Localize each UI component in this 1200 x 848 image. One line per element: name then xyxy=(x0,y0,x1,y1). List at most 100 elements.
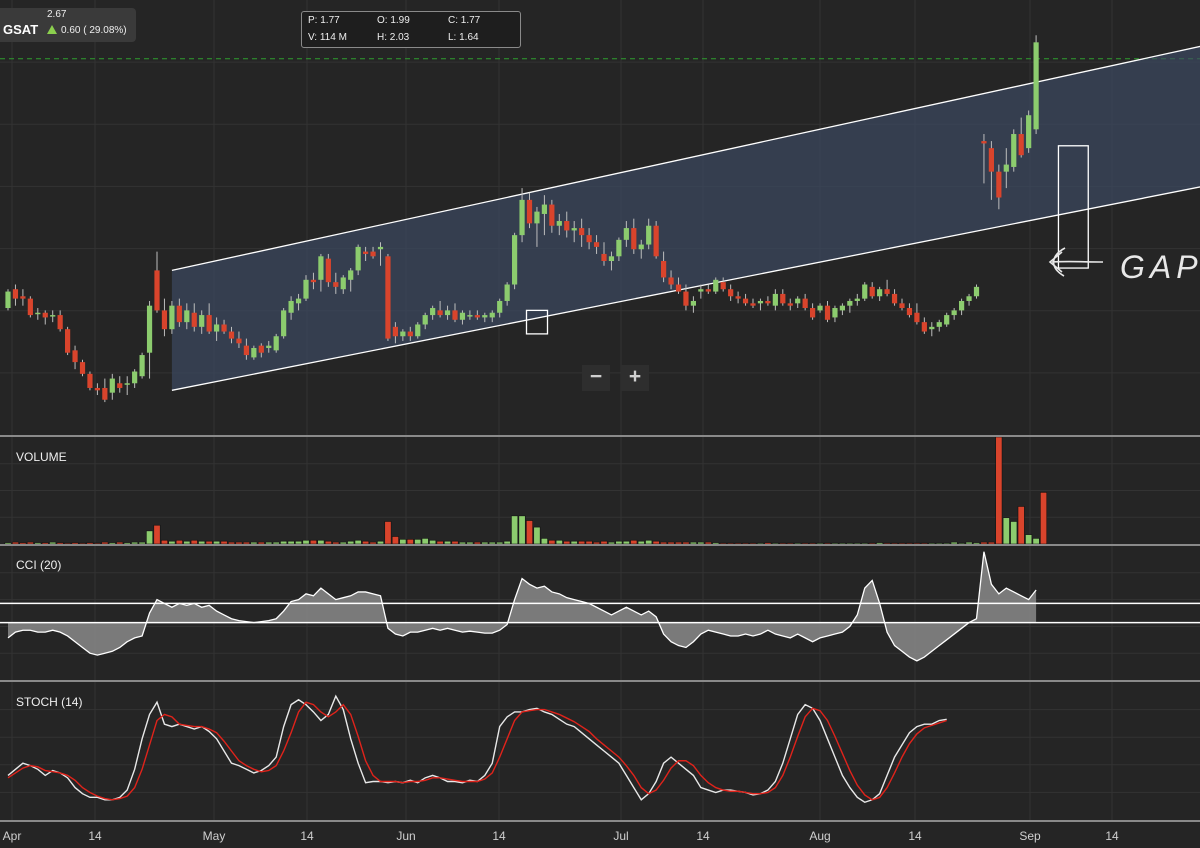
volume-bar xyxy=(1002,517,1010,545)
candle-body xyxy=(310,279,317,283)
volume-bar xyxy=(786,542,794,545)
volume-bar xyxy=(309,539,317,545)
candle-body xyxy=(787,303,793,306)
volume-bar xyxy=(607,541,615,545)
candle-body xyxy=(258,345,264,353)
volume-bar xyxy=(101,541,109,545)
volume-bar xyxy=(987,541,995,545)
candle-body xyxy=(750,303,756,306)
candle-body xyxy=(973,286,980,297)
volume-bar xyxy=(324,540,332,545)
volume-bar xyxy=(570,540,578,545)
volume-bar xyxy=(749,542,757,545)
candle-body xyxy=(742,298,749,304)
ticker-symbol: GSAT xyxy=(3,22,39,37)
panel-separators xyxy=(0,435,1200,822)
candle-body xyxy=(906,308,913,316)
candle-body xyxy=(348,270,354,280)
candle-body xyxy=(586,235,592,243)
x-tick-label: Apr xyxy=(2,829,22,843)
volume-bar xyxy=(809,542,817,545)
volume-bar xyxy=(518,515,526,545)
volume-bar xyxy=(41,542,49,545)
ohlc-o: O: 1.99 xyxy=(377,15,410,26)
candle-body xyxy=(854,298,860,301)
candle-body xyxy=(556,221,562,226)
candle-body xyxy=(482,315,488,318)
candle-body xyxy=(452,310,458,320)
volume-bar xyxy=(764,542,772,545)
candle-body xyxy=(139,355,145,377)
candle-body xyxy=(281,310,287,337)
volume-bar xyxy=(600,540,608,545)
zoom-out-button[interactable]: − xyxy=(582,365,610,391)
candle-body xyxy=(422,315,428,325)
candle-body xyxy=(720,282,726,290)
volume-bar xyxy=(79,542,87,545)
candle-body xyxy=(996,171,1002,198)
candle-body xyxy=(653,225,659,257)
volume-bar xyxy=(697,541,705,545)
candle-body xyxy=(214,324,220,332)
candle-body xyxy=(929,326,935,330)
trend-channel xyxy=(171,45,1200,391)
candle-body xyxy=(392,326,398,337)
volume-bar xyxy=(71,542,79,545)
candle-body xyxy=(228,331,235,339)
volume-bar xyxy=(339,541,347,545)
volume-bar xyxy=(742,542,750,545)
candle-body xyxy=(355,246,361,271)
volume-bar xyxy=(213,540,221,545)
volume-bar xyxy=(943,542,951,545)
volume-bar xyxy=(593,541,601,545)
candle-body xyxy=(735,296,741,299)
volume-bar xyxy=(928,542,936,545)
volume-bar xyxy=(645,539,653,545)
volume-bar xyxy=(473,541,481,545)
candle-body xyxy=(199,315,205,327)
stoch-series xyxy=(7,694,947,804)
last-price: 2.67 xyxy=(47,9,67,20)
volume-bar xyxy=(1040,492,1048,545)
candle-body xyxy=(295,298,302,304)
volume-bar xyxy=(64,542,72,545)
candle-body xyxy=(795,298,801,304)
volume-bar xyxy=(756,542,764,545)
volume-bar xyxy=(481,541,489,545)
volume-bar xyxy=(1032,538,1040,545)
volume-bar xyxy=(220,540,228,545)
candle-body xyxy=(154,270,160,311)
candle-body xyxy=(497,300,503,313)
candle-body xyxy=(541,204,547,214)
candle-body xyxy=(27,298,33,316)
candle-body xyxy=(251,348,257,358)
volume-bar xyxy=(689,541,697,545)
zoom-in-button[interactable]: + xyxy=(621,365,649,391)
volume-bar xyxy=(853,542,861,545)
candle-body xyxy=(1026,115,1032,149)
candle-body xyxy=(79,362,86,374)
volume-bar xyxy=(891,542,899,545)
volume-bar xyxy=(56,542,64,545)
ohlc-c: C: 1.77 xyxy=(448,15,481,26)
volume-bar xyxy=(406,539,414,545)
candle-body xyxy=(884,289,890,294)
candle-body xyxy=(325,258,331,283)
candle-body xyxy=(668,277,674,285)
candle-body xyxy=(877,289,883,297)
candle-body xyxy=(616,239,622,257)
volume-bar xyxy=(540,538,548,545)
candle-body xyxy=(12,289,19,299)
volume-bar xyxy=(712,542,720,545)
candle-body xyxy=(504,284,510,301)
volume-bar xyxy=(935,542,943,545)
volume-bar xyxy=(26,541,34,545)
volume-bar xyxy=(384,521,392,545)
volume-bar xyxy=(4,542,12,545)
volume-bar xyxy=(86,542,94,545)
candle-body xyxy=(638,244,644,250)
volume-bar xyxy=(108,542,116,545)
volume-bar xyxy=(93,542,101,545)
candle-body xyxy=(117,383,123,388)
cci-area xyxy=(8,551,1037,661)
